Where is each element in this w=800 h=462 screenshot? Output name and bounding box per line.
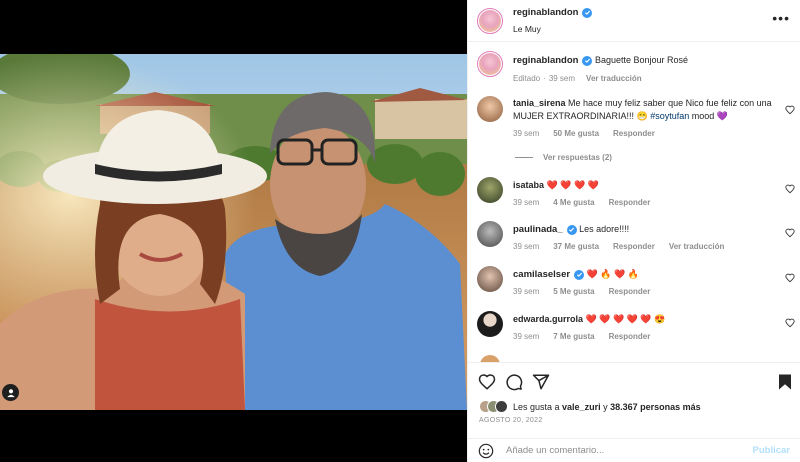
hashtag-link[interactable]: #soytufan <box>650 111 689 121</box>
heart-icon[interactable] <box>785 184 795 194</box>
post-media <box>0 0 467 462</box>
comment-input[interactable] <box>506 445 753 456</box>
verified-badge-icon <box>582 55 593 66</box>
commenter-username[interactable]: paulinada_ <box>513 223 577 236</box>
commenter-avatar[interactable] <box>477 221 503 247</box>
author-username[interactable]: reginablandon <box>513 7 593 18</box>
edited-label: Editado <box>513 74 541 83</box>
commenter-username[interactable]: isataba <box>513 180 544 190</box>
post-side-panel: reginablandon Le Muy ••• reginablandon B… <box>467 0 800 462</box>
replies-line <box>515 157 533 158</box>
reply-button[interactable]: Responder <box>609 285 651 298</box>
person-glyph <box>6 388 15 397</box>
likes-count[interactable]: 38.367 personas más <box>610 402 701 412</box>
more-options-icon[interactable]: ••• <box>772 11 790 25</box>
comment-text: ❤️ ❤️ ❤️ ❤️ ❤️ 😍 <box>585 314 666 324</box>
author-avatar[interactable] <box>477 7 503 34</box>
post-date[interactable]: AGOSTO 20, 2022 <box>479 417 543 424</box>
author-avatar[interactable] <box>477 51 503 77</box>
emoji-icon[interactable] <box>478 443 494 459</box>
commenter-username[interactable]: tania_sirena <box>513 98 566 108</box>
commenter-username[interactable]: camilaselser <box>513 268 585 281</box>
comment-likes[interactable]: 4 Me gusta <box>553 196 594 209</box>
translate-link[interactable]: Ver traducción <box>669 240 725 253</box>
comment-time[interactable]: 39 sem <box>513 285 539 298</box>
commenter-avatar[interactable] <box>477 311 503 337</box>
view-replies-button[interactable]: Ver respuestas (2) <box>515 153 612 162</box>
commenter-avatar[interactable] <box>477 266 503 292</box>
reply-button[interactable]: Responder <box>609 196 651 209</box>
comment-text: ❤️ ❤️ ❤️ ❤️ <box>546 180 599 190</box>
heart-icon[interactable] <box>785 273 795 283</box>
heart-icon[interactable] <box>785 318 795 328</box>
selfie-photo <box>0 54 467 410</box>
reply-button[interactable]: Responder <box>613 127 655 140</box>
reply-button[interactable]: Responder <box>613 240 655 253</box>
comment-likes[interactable]: 50 Me gusta <box>553 127 599 140</box>
comment-time[interactable]: 39 sem <box>513 196 539 209</box>
comments-list[interactable]: reginablandon Baguette Bonjour Rosé Edit… <box>468 43 800 363</box>
reply-button[interactable]: Responder <box>609 330 651 343</box>
caption-text: Baguette Bonjour Rosé <box>594 55 689 65</box>
verified-badge-icon <box>566 224 577 235</box>
liker-username[interactable]: vale_zuri <box>562 402 601 412</box>
commenter-username[interactable]: edwarda.gurrola <box>513 314 583 324</box>
bookmark-icon[interactable] <box>776 373 794 391</box>
post-photo[interactable] <box>0 54 467 410</box>
publish-button[interactable]: Publicar <box>753 445 791 456</box>
comment-icon[interactable] <box>505 373 523 391</box>
heart-icon[interactable] <box>785 228 795 238</box>
comment-likes[interactable]: 5 Me gusta <box>553 285 594 298</box>
translate-link[interactable]: Ver traducción <box>586 72 642 85</box>
user-tag-icon[interactable] <box>2 384 19 401</box>
comment-likes[interactable]: 7 Me gusta <box>553 330 594 343</box>
comment-time[interactable]: 39 sem <box>513 330 539 343</box>
comment-time[interactable]: 39 sem <box>513 127 539 140</box>
location-link[interactable]: Le Muy <box>513 24 592 34</box>
verified-badge-icon <box>582 7 593 18</box>
caption-time[interactable]: 39 sem <box>549 72 575 85</box>
likers-avatars <box>479 400 508 413</box>
comment-composer: Publicar <box>468 438 800 462</box>
commenter-avatar[interactable] <box>477 177 503 203</box>
action-bar <box>468 362 800 398</box>
comment-text: Les adore!!!! <box>579 224 630 234</box>
share-icon[interactable] <box>532 373 550 391</box>
comment-time[interactable]: 39 sem <box>513 240 539 253</box>
heart-icon[interactable] <box>785 105 795 115</box>
verified-badge-icon <box>574 269 585 280</box>
commenter-avatar[interactable] <box>477 96 503 122</box>
comment-likes[interactable]: 37 Me gusta <box>553 240 599 253</box>
post-header: reginablandon Le Muy ••• <box>468 0 800 42</box>
heart-icon[interactable] <box>478 373 496 391</box>
comment-text: ❤️ 🔥 ❤️ 🔥 <box>586 269 639 279</box>
likes-summary[interactable]: Les gusta a vale_zuri y 38.367 personas … <box>479 400 701 413</box>
